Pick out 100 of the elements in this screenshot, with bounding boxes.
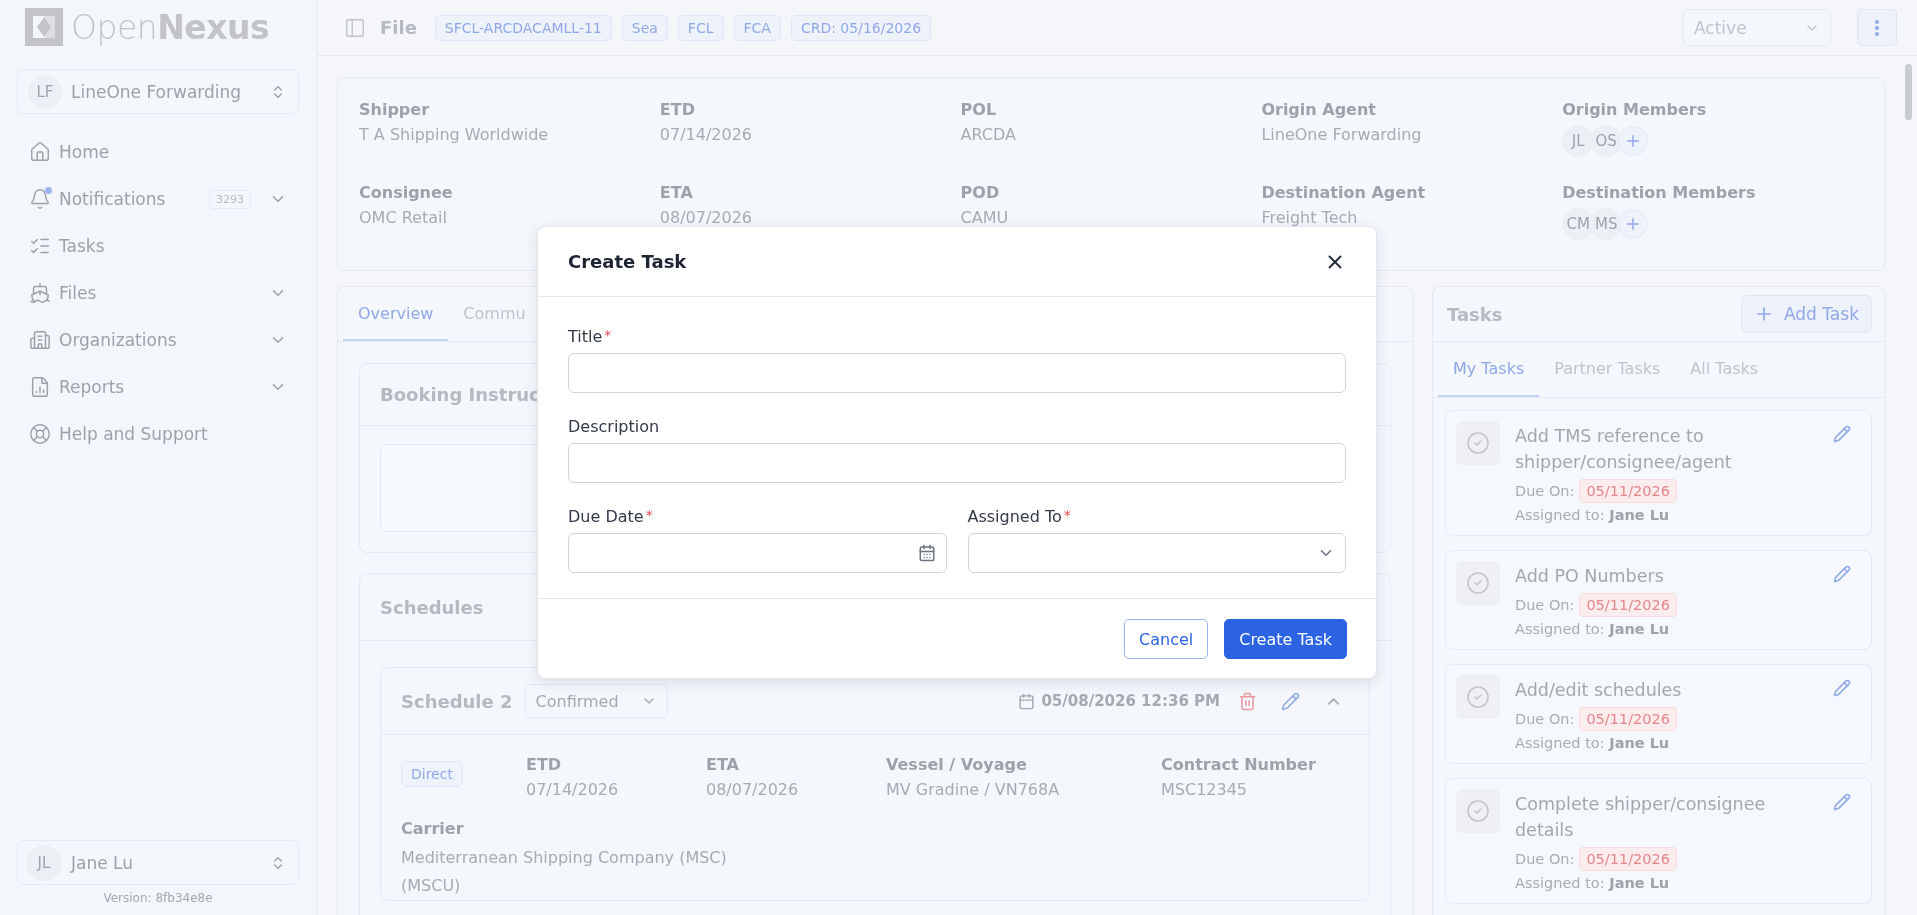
assignee-text: Assigned to: Jane Lu: [1515, 621, 1671, 637]
select-field[interactable]: [967, 533, 1346, 573]
add-task-button[interactable]: Add Task: [1741, 295, 1872, 333]
due-date: 05/11/2026: [1579, 847, 1677, 871]
org-name: LineOne Forwarding: [71, 81, 242, 102]
ship-icon: [29, 282, 51, 304]
field-label: Due Date: [568, 507, 644, 526]
panel-title: Tasks: [1447, 303, 1503, 325]
vertical-dots-icon: [1875, 19, 1879, 36]
assignee-text: Assigned to: Jane Lu: [1515, 735, 1671, 751]
schedule-value: MSC12345: [1161, 780, 1249, 799]
dialog-title: Create Task: [568, 251, 687, 272]
nav-label: Reports: [59, 377, 125, 397]
nav-label: Organizations: [59, 330, 177, 350]
nav-item[interactable]: Notifications 3293: [17, 179, 299, 219]
trash-icon: [1238, 691, 1257, 711]
schedule-value: 07/14/2026: [526, 780, 620, 799]
field-label: Title: [568, 327, 603, 346]
field-label: Assigned To: [967, 507, 1062, 526]
tab[interactable]: My Tasks: [1438, 342, 1540, 397]
info-label: Consignee: [359, 183, 454, 202]
task-card[interactable]: Add PO Numbers Due On: 05/11/2026 Assigned to: Jane Lu: [1445, 550, 1872, 650]
file-tag: FCA: [733, 14, 781, 41]
nav-label: Help and Support: [59, 424, 208, 444]
assignee-text: Assigned to: Jane Lu: [1515, 507, 1671, 523]
logo-icon: [25, 8, 63, 46]
create-task-button[interactable]: Create Task: [1224, 619, 1347, 659]
add-member-button[interactable]: [1618, 209, 1649, 239]
info-label: Destination Members: [1562, 183, 1757, 202]
nav-item[interactable]: Help and Support: [17, 414, 299, 454]
required-mark: *: [604, 327, 612, 345]
section-title: Booking Instruc: [380, 384, 540, 405]
user-name: Jane Lu: [71, 852, 133, 873]
lifebuoy-icon: [29, 423, 51, 445]
info-label: POD: [960, 183, 1001, 202]
nav-item[interactable]: Tasks: [17, 226, 299, 266]
schedule-value: MV Gradine / VN768A: [886, 780, 1061, 799]
task-title: Add/edit schedules: [1515, 679, 1683, 702]
info-value: OMC Retail: [359, 208, 448, 227]
add-member-button[interactable]: [1618, 126, 1649, 156]
due-date: 05/11/2026: [1579, 479, 1677, 503]
task-card[interactable]: Add/edit schedules Due On: 05/11/2026 Assigned to: Jane Lu: [1445, 664, 1872, 764]
text-field[interactable]: [568, 353, 1346, 393]
required-mark: *: [1063, 507, 1071, 525]
user-selector[interactable]: JL Jane Lu: [17, 840, 299, 885]
organization-selector[interactable]: LF LineOne Forwarding: [17, 69, 299, 114]
tab[interactable]: Overview: [343, 287, 449, 341]
calendar-icon: [917, 544, 936, 562]
due-date: 05/11/2026: [1579, 707, 1677, 731]
info-label: Origin Agent: [1261, 100, 1377, 119]
pencil-icon: [1833, 679, 1851, 697]
text-field[interactable]: [568, 443, 1346, 483]
due-label: Due On:: [1515, 597, 1575, 613]
schedule-label: Carrier: [401, 819, 465, 838]
schedule-label: Vessel / Voyage: [886, 755, 1028, 774]
home-icon: [29, 141, 51, 163]
field-label: Description: [568, 417, 660, 436]
section-title: Schedules: [380, 596, 484, 618]
pencil-icon: [1833, 565, 1851, 583]
cancel-button[interactable]: Cancel: [1124, 619, 1209, 659]
pencil-icon: [1833, 793, 1851, 811]
task-card[interactable]: Complete shipper/consignee details Due On: 05/11/2026 Assigned to: Jane Lu: [1445, 778, 1872, 904]
info-value: T A Shipping Worldwide: [359, 125, 550, 144]
pencil-icon: [1281, 691, 1300, 711]
nav-item[interactable]: Files: [17, 273, 299, 313]
info-label: POL: [960, 100, 998, 119]
page-title: File: [380, 17, 417, 38]
timestamp: 05/08/2026 12:36 PM: [1041, 692, 1220, 710]
file-tag: FCL: [677, 14, 724, 41]
route-tag: Direct: [401, 761, 463, 787]
info-value: 08/07/2026: [659, 208, 753, 227]
info-label: Shipper: [359, 100, 431, 119]
due-label: Due On:: [1515, 711, 1575, 727]
nav-label: Notifications: [59, 189, 166, 209]
task-card[interactable]: Add TMS reference to shipper/consignee/agent Due On: 05/11/2026 Assigned to: Jane Lu: [1445, 410, 1872, 536]
more-options-button[interactable]: [1857, 9, 1897, 46]
task-title: Complete shipper/consignee details: [1515, 793, 1767, 842]
info-value: 07/14/2026: [659, 125, 753, 144]
info-value: Freight Tech: [1261, 208, 1359, 227]
info-label: ETD: [659, 100, 696, 119]
nav-label: Tasks: [59, 236, 105, 256]
nav-item[interactable]: Reports: [17, 367, 299, 407]
schedule-title: Schedule 2: [401, 690, 513, 712]
pencil-icon: [1833, 425, 1851, 443]
nav-item[interactable]: Organizations: [17, 320, 299, 360]
chart-document-icon: [29, 376, 51, 398]
date-field[interactable]: [568, 533, 947, 573]
nav-item[interactable]: Home: [17, 132, 299, 172]
info-label: Destination Agent: [1261, 183, 1427, 202]
info-label: ETA: [659, 183, 694, 202]
schedule-label: ETD: [526, 755, 563, 774]
file-tag: Sea: [621, 14, 668, 41]
status-dropdown[interactable]: Confirmed: [524, 684, 668, 718]
schedule-label: ETA: [706, 755, 740, 774]
file-tag: SFCL-ARCDACAMLL-11: [434, 14, 612, 41]
file-tag: CRD: 05/16/2026: [790, 14, 932, 41]
due-label: Due On:: [1515, 483, 1575, 499]
required-mark: *: [645, 507, 653, 525]
calendar-icon: [1018, 692, 1036, 710]
sidebar-toggle-icon[interactable]: [344, 16, 366, 39]
